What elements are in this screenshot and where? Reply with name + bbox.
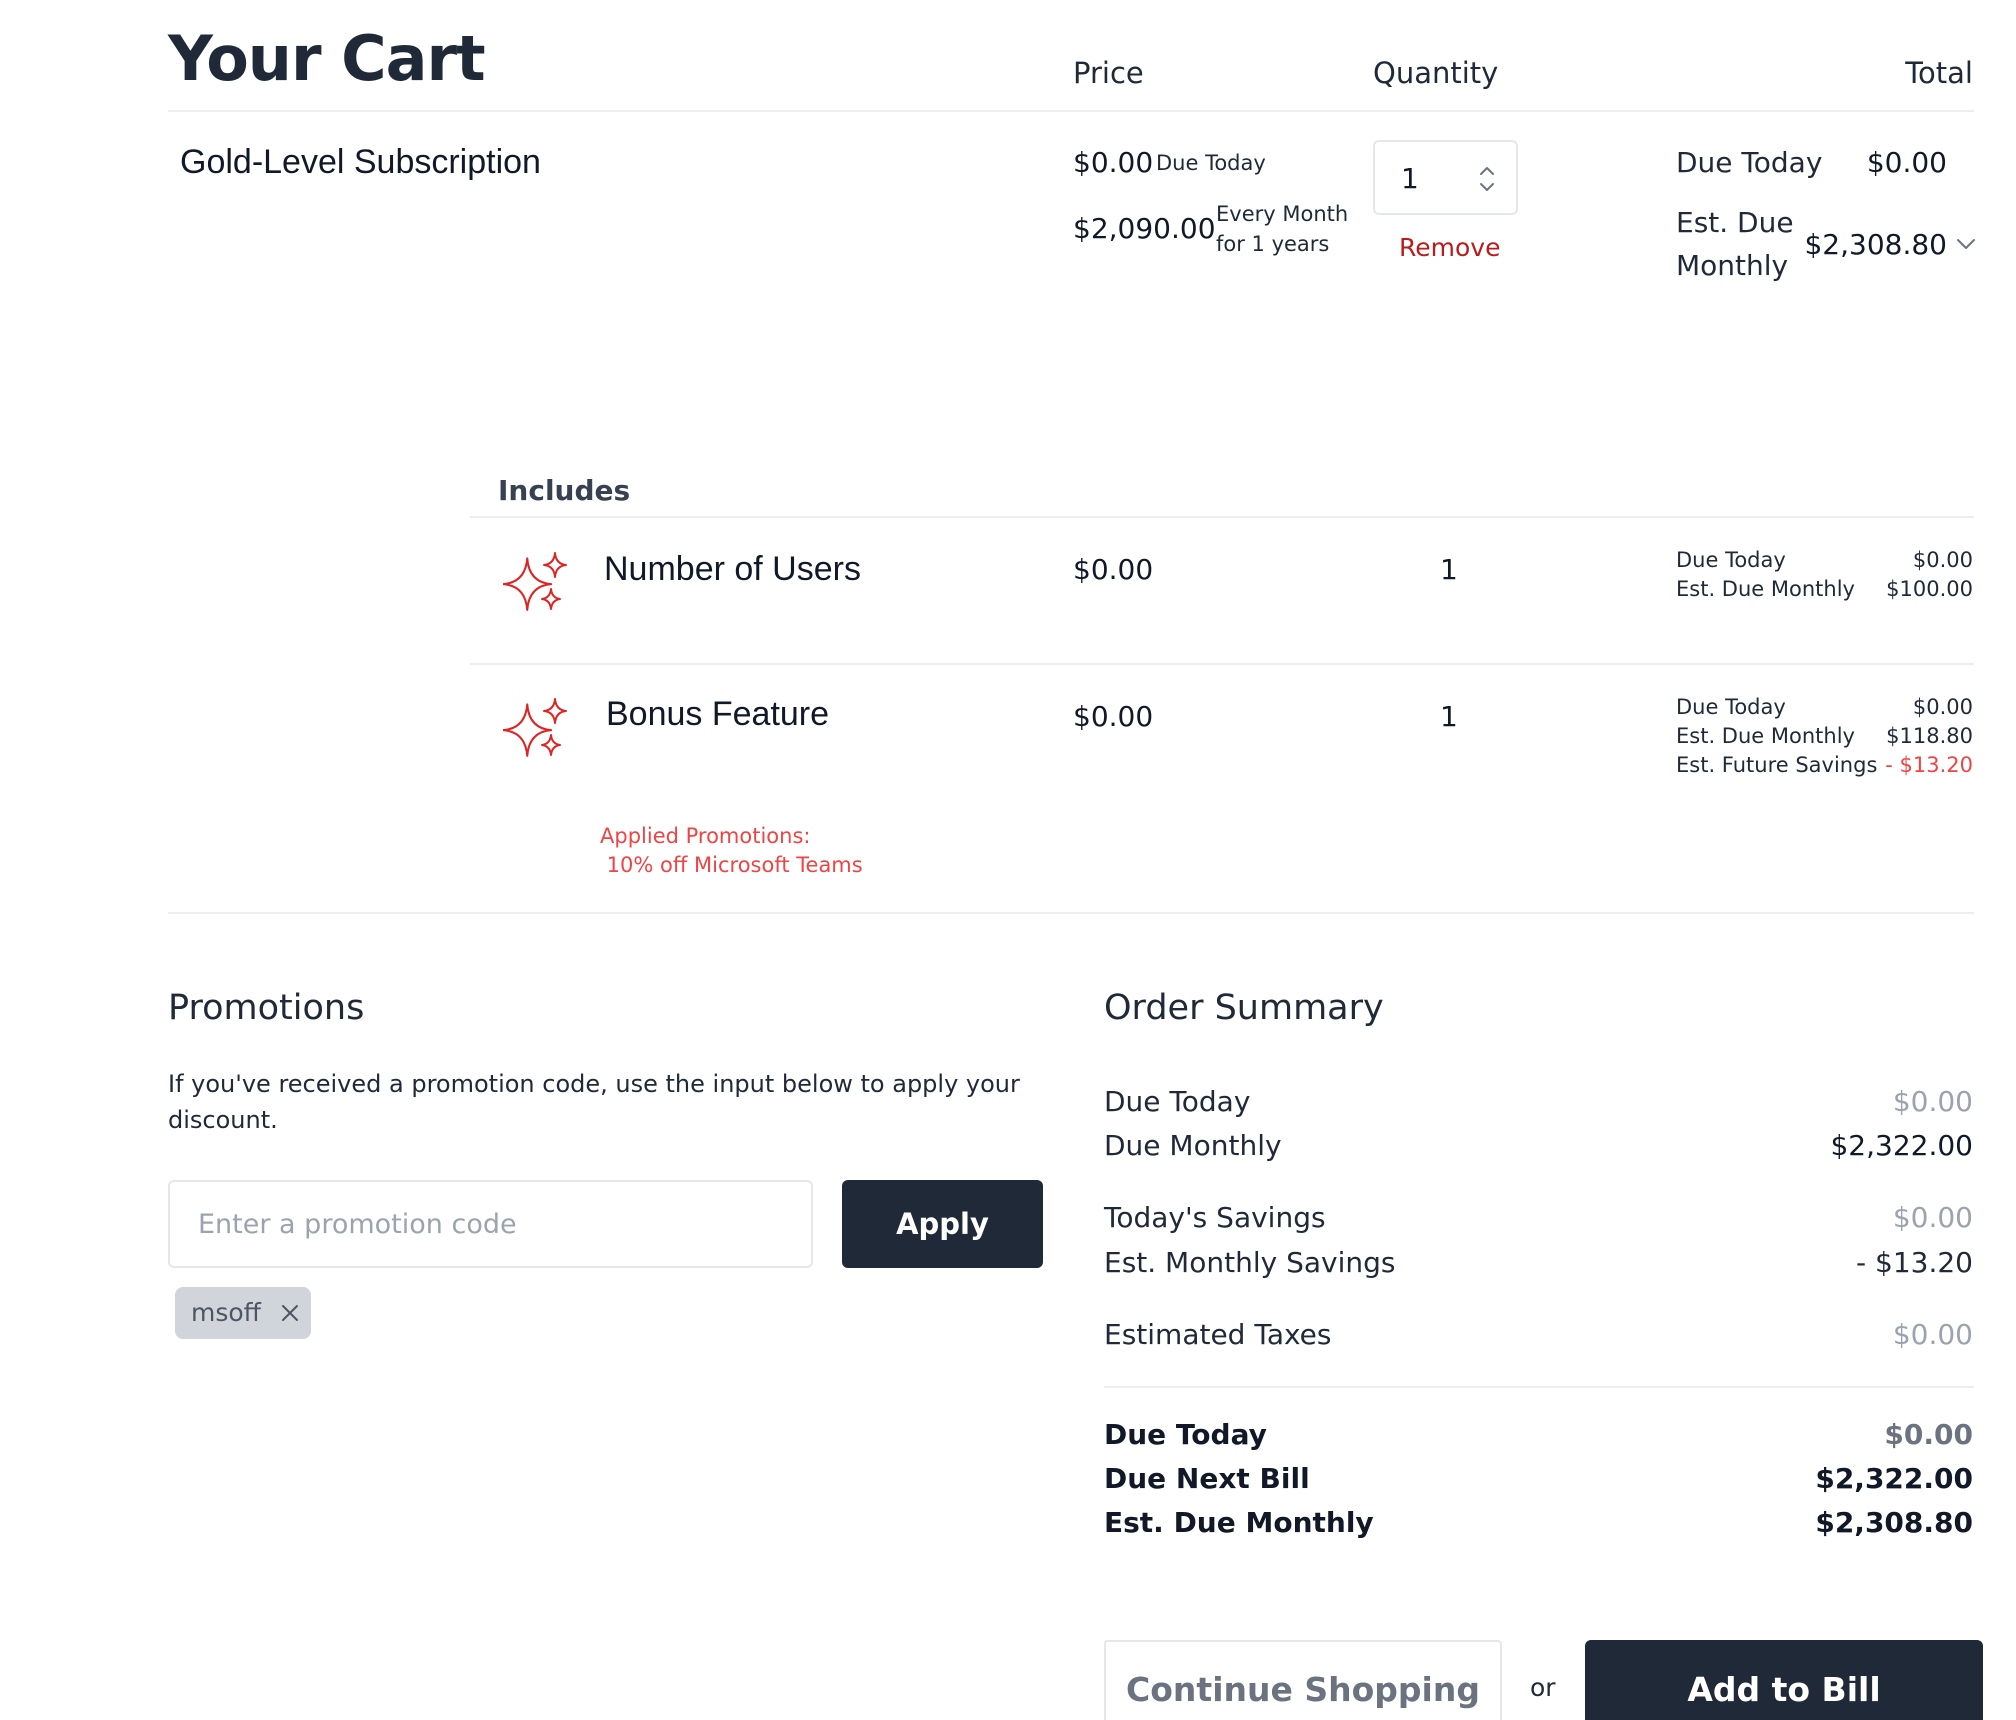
continue-shopping-button[interactable]: Continue Shopping	[1104, 1640, 1502, 1720]
include-due-today-value: $0.00	[1912, 695, 1973, 719]
summary-todays-savings-value: $0.00	[1892, 1201, 1973, 1234]
column-header-price: Price	[1073, 56, 1144, 90]
price-today-value: $0.00	[1073, 146, 1154, 179]
chevron-down-icon[interactable]	[1955, 236, 1977, 252]
include-est-monthly-label: Est. Due Monthly	[1676, 577, 1855, 601]
summary-est-monthly-savings-value: - $13.20	[1856, 1246, 1973, 1279]
summary-divider	[1104, 1386, 1974, 1388]
total-due-today-label: Due Today	[1676, 146, 1823, 179]
promotions-heading: Promotions	[168, 988, 365, 1028]
sparkles-icon	[503, 698, 567, 757]
total-due-today-value: $0.00	[1866, 146, 1947, 179]
total-est-label-1: Est. Due	[1676, 206, 1794, 239]
include-est-monthly-label: Est. Due Monthly	[1676, 724, 1855, 748]
include-item-price: $0.00	[1073, 553, 1154, 586]
final-est-monthly-value: $2,308.80	[1815, 1506, 1973, 1539]
includes-heading: Includes	[498, 474, 631, 507]
includes-divider	[470, 516, 1974, 518]
promotion-code-input[interactable]	[168, 1180, 813, 1268]
remove-link[interactable]: Remove	[1399, 233, 1500, 262]
include-due-today-label: Due Today	[1676, 695, 1786, 719]
final-est-monthly-label: Est. Due Monthly	[1104, 1506, 1374, 1539]
summary-due-monthly-value: $2,322.00	[1830, 1129, 1973, 1162]
include-est-savings-value: - $13.20	[1885, 753, 1973, 777]
summary-taxes-value: $0.00	[1892, 1318, 1973, 1351]
include-est-monthly-value: $118.80	[1886, 724, 1973, 748]
summary-taxes-label: Estimated Taxes	[1104, 1318, 1332, 1351]
final-due-today-label: Due Today	[1104, 1418, 1267, 1451]
or-separator: or	[1530, 1673, 1556, 1702]
final-due-today-value: $0.00	[1884, 1418, 1973, 1451]
applied-promo-code: msoff	[191, 1298, 261, 1327]
stepper-arrows-icon[interactable]	[1478, 164, 1496, 194]
summary-todays-savings-label: Today's Savings	[1104, 1201, 1326, 1234]
order-summary-heading: Order Summary	[1104, 988, 1384, 1028]
apply-button[interactable]: Apply	[842, 1180, 1043, 1268]
total-est-value: $2,308.80	[1804, 228, 1947, 261]
price-recurring-value: $2,090.00	[1073, 212, 1216, 245]
header-divider	[168, 110, 1974, 112]
column-header-total: Total	[1905, 56, 1973, 90]
summary-due-today-value: $0.00	[1892, 1085, 1973, 1118]
include-est-monthly-value: $100.00	[1886, 577, 1973, 601]
include-est-savings-label: Est. Future Savings	[1676, 753, 1878, 777]
applied-promo-chip: msoff	[175, 1287, 311, 1339]
include-item-divider	[470, 663, 1974, 665]
include-item-name: Bonus Feature	[606, 695, 830, 733]
summary-due-monthly-label: Due Monthly	[1104, 1129, 1282, 1162]
price-recurring-label-1: Every Month	[1216, 202, 1349, 226]
final-next-bill-value: $2,322.00	[1815, 1462, 1973, 1495]
product-name: Gold-Level Subscription	[180, 143, 541, 181]
total-est-label-2: Monthly	[1676, 249, 1789, 282]
final-next-bill-label: Due Next Bill	[1104, 1462, 1310, 1495]
close-icon[interactable]	[280, 1303, 300, 1323]
price-recurring-label-2: for 1 years	[1216, 232, 1330, 256]
quantity-value: 1	[1401, 162, 1419, 195]
sparkles-icon	[503, 552, 567, 611]
include-item-price: $0.00	[1073, 700, 1154, 733]
include-item-quantity: 1	[1440, 553, 1458, 586]
promotions-description: If you've received a promotion code, use…	[168, 1070, 1020, 1134]
add-to-bill-button[interactable]: Add to Bill	[1585, 1640, 1983, 1720]
price-today-label: Due Today	[1156, 151, 1266, 175]
include-due-today-label: Due Today	[1676, 548, 1786, 572]
cart-bottom-divider	[168, 912, 1974, 914]
include-item-name: Number of Users	[604, 550, 861, 588]
quantity-stepper[interactable]: 1	[1373, 140, 1518, 215]
column-header-quantity: Quantity	[1373, 56, 1499, 90]
applied-promotions-note: Applied Promotions: 10% off Microsoft Te…	[600, 824, 863, 877]
page-title: Your Cart	[168, 22, 486, 95]
include-due-today-value: $0.00	[1912, 548, 1973, 572]
summary-due-today-label: Due Today	[1104, 1085, 1251, 1118]
include-item-quantity: 1	[1440, 700, 1458, 733]
summary-est-monthly-savings-label: Est. Monthly Savings	[1104, 1246, 1396, 1279]
